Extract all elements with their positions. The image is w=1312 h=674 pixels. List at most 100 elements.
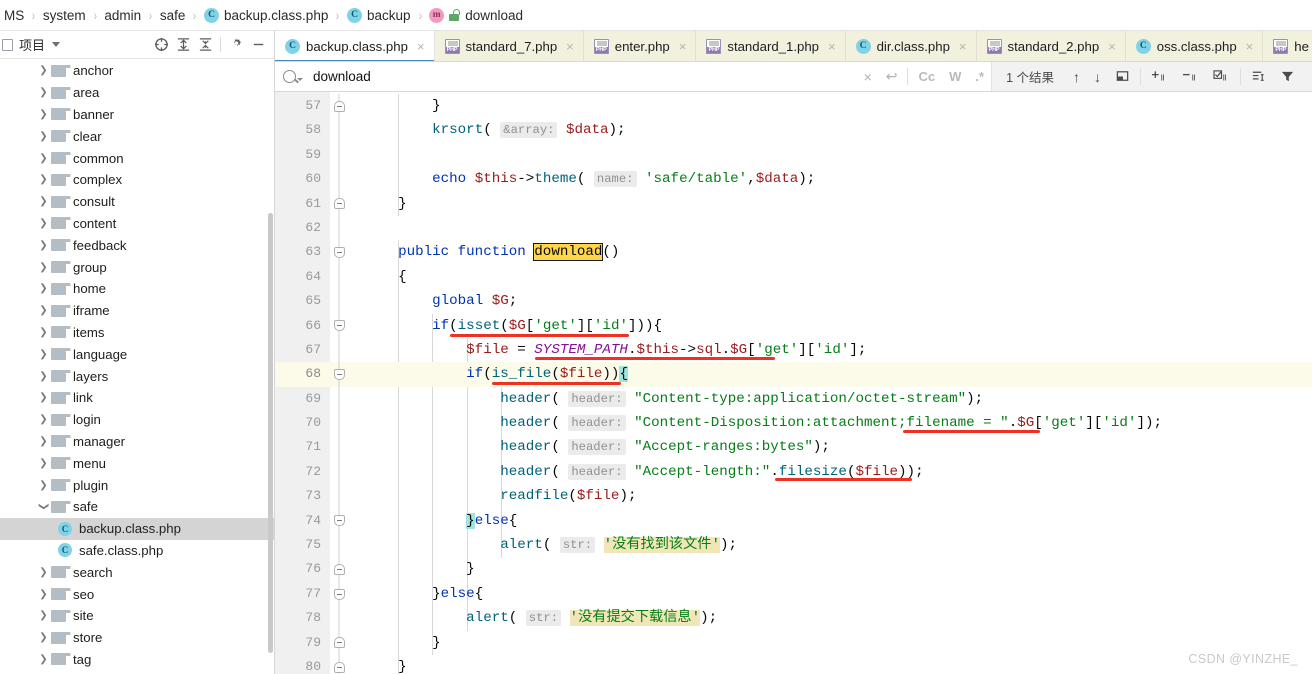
select-all-occurrences-icon[interactable] bbox=[1108, 69, 1137, 84]
chevron-right-icon[interactable]: ❯ bbox=[36, 610, 51, 621]
clear-search-icon[interactable]: × bbox=[857, 62, 879, 91]
editor-tab-standard-7-php[interactable]: PHP standard_7.php × bbox=[434, 31, 584, 61]
close-icon[interactable]: × bbox=[679, 39, 687, 54]
code-line[interactable]: header( header: "Accept-ranges:bytes"); bbox=[348, 435, 1312, 459]
tree-file-backup.class.php[interactable]: Cbackup.class.php bbox=[0, 517, 275, 540]
settings-gear-icon[interactable] bbox=[225, 34, 247, 56]
chevron-right-icon[interactable]: ❯ bbox=[36, 436, 51, 447]
tree-folder-manager[interactable]: ❯ manager bbox=[0, 431, 275, 453]
code-fold-column[interactable] bbox=[330, 92, 348, 674]
find-prev-button[interactable]: ↑ bbox=[1066, 69, 1087, 85]
code-line[interactable]: global $G; bbox=[348, 289, 1312, 313]
tree-folder-common[interactable]: ❯ common bbox=[0, 147, 275, 169]
tree-folder-items[interactable]: ❯ items bbox=[0, 322, 275, 344]
search-input[interactable]: download bbox=[275, 62, 857, 91]
chevron-right-icon[interactable]: ❯ bbox=[36, 153, 51, 164]
tree-folder-content[interactable]: ❯ content bbox=[0, 213, 275, 235]
chevron-right-icon[interactable]: ❯ bbox=[36, 349, 51, 360]
chevron-right-icon[interactable]: ❯ bbox=[36, 414, 51, 425]
tree-folder-link[interactable]: ❯ link bbox=[0, 387, 275, 409]
locate-icon[interactable] bbox=[150, 34, 172, 56]
code-line[interactable] bbox=[348, 216, 1312, 240]
chevron-right-icon[interactable]: ❯ bbox=[36, 392, 51, 403]
breadcrumb-item-system[interactable]: system bbox=[41, 8, 88, 23]
chevron-right-icon[interactable]: ❯ bbox=[36, 218, 51, 229]
chevron-right-icon[interactable]: ❯ bbox=[36, 131, 51, 142]
code-line[interactable]: }else{ bbox=[348, 582, 1312, 606]
chevron-right-icon[interactable]: ❯ bbox=[36, 65, 51, 76]
tree-folder-banner[interactable]: ❯ banner bbox=[0, 104, 275, 126]
chevron-right-icon[interactable]: ❯ bbox=[36, 262, 51, 273]
breadcrumb-item-file[interactable]: C backup.class.php bbox=[202, 7, 330, 23]
remove-selection-icon[interactable]: Ⅱ bbox=[1175, 69, 1206, 84]
tree-folder-menu[interactable]: ❯ menu bbox=[0, 452, 275, 474]
tree-folder-site[interactable]: ❯ site bbox=[0, 605, 275, 627]
editor-tab-he[interactable]: PHP he bbox=[1263, 31, 1312, 61]
code-line[interactable]: header( header: "Content-type:applicatio… bbox=[348, 387, 1312, 411]
match-case-toggle[interactable]: Cc bbox=[911, 62, 942, 91]
chevron-right-icon[interactable]: ❯ bbox=[36, 283, 51, 294]
close-icon[interactable]: × bbox=[959, 39, 967, 54]
close-icon[interactable]: × bbox=[417, 39, 425, 54]
close-icon[interactable]: × bbox=[566, 39, 574, 54]
chevron-right-icon[interactable]: ❯ bbox=[36, 305, 51, 316]
tree-folder-store[interactable]: ❯ store bbox=[0, 627, 275, 649]
code-line[interactable]: krsort( &array: $data); bbox=[348, 118, 1312, 142]
whole-words-toggle[interactable]: W bbox=[942, 62, 968, 91]
code-line[interactable]: $file = SYSTEM_PATH.$this->sql.$G['get']… bbox=[348, 338, 1312, 362]
filter-funnel-icon[interactable] bbox=[1273, 69, 1302, 84]
code-fold-toggle[interactable] bbox=[330, 362, 348, 387]
code-line[interactable]: echo $this->theme( name: 'safe/table',$d… bbox=[348, 167, 1312, 191]
editor-tab-standard-1-php[interactable]: PHP standard_1.php × bbox=[696, 31, 846, 61]
code-line[interactable]: alert( str: '没有找到该文件'); bbox=[348, 533, 1312, 557]
find-in-selection-icon[interactable] bbox=[1244, 69, 1273, 84]
chevron-right-icon[interactable]: ❯ bbox=[36, 174, 51, 185]
chevron-right-icon[interactable]: ❯ bbox=[36, 458, 51, 469]
chevron-right-icon[interactable]: ❯ bbox=[36, 240, 51, 251]
close-icon[interactable]: × bbox=[1108, 39, 1116, 54]
tree-folder-anchor[interactable]: ❯ anchor bbox=[0, 60, 275, 82]
code-line[interactable]: } bbox=[348, 655, 1312, 674]
collapse-all-icon[interactable] bbox=[194, 34, 216, 56]
close-icon[interactable]: × bbox=[828, 39, 836, 54]
tree-folder-template[interactable]: ❯template bbox=[0, 670, 275, 674]
tree-folder-language[interactable]: ❯ language bbox=[0, 343, 275, 365]
code-editor[interactable]: 57 58 59 60 61 62 63 64 65 66 67 68 69 70 71 72 73 74 75 76… bbox=[275, 92, 1312, 674]
editor-tab-dir-class-php[interactable]: Cdir.class.php × bbox=[845, 31, 977, 61]
chevron-right-icon[interactable]: ❯ bbox=[36, 371, 51, 382]
code-fold-toggle[interactable] bbox=[330, 313, 348, 338]
code-fold-toggle[interactable] bbox=[330, 94, 348, 119]
code-fold-toggle[interactable] bbox=[330, 581, 348, 607]
regex-toggle[interactable]: .* bbox=[968, 62, 991, 91]
editor-tab-oss-class-php[interactable]: Coss.class.php × bbox=[1125, 31, 1264, 61]
tree-folder-feedback[interactable]: ❯ feedback bbox=[0, 234, 275, 256]
breadcrumb-item-safe[interactable]: safe bbox=[158, 8, 188, 23]
code-line[interactable]: alert( str: '没有提交下载信息'); bbox=[348, 606, 1312, 630]
chevron-right-icon[interactable]: ❯ bbox=[36, 654, 51, 665]
project-dropdown-caret[interactable] bbox=[45, 34, 67, 56]
search-history-icon[interactable]: ↩ bbox=[879, 62, 905, 91]
close-icon[interactable]: × bbox=[1246, 39, 1254, 54]
code-fold-toggle[interactable] bbox=[330, 630, 348, 655]
code-line[interactable]: }else{ bbox=[348, 509, 1312, 533]
chevron-right-icon[interactable]: ❯ bbox=[36, 567, 51, 578]
code-line[interactable]: } bbox=[348, 192, 1312, 216]
select-all-checkbox-icon[interactable]: Ⅱ bbox=[1206, 69, 1237, 84]
code-line[interactable]: public function download() bbox=[348, 240, 1312, 264]
code-fold-toggle[interactable] bbox=[330, 240, 348, 265]
project-panel-title[interactable]: 项目 bbox=[2, 35, 45, 54]
code-line[interactable]: } bbox=[348, 557, 1312, 581]
tree-folder-tag[interactable]: ❯ tag bbox=[0, 649, 275, 671]
tree-folder-safe[interactable]: ❯ safe bbox=[0, 496, 275, 518]
expand-all-icon[interactable] bbox=[172, 34, 194, 56]
tree-folder-layers[interactable]: ❯ layers bbox=[0, 365, 275, 387]
hide-panel-icon[interactable] bbox=[247, 34, 269, 56]
code-line[interactable]: } bbox=[348, 631, 1312, 655]
tree-folder-search[interactable]: ❯ search bbox=[0, 561, 275, 583]
project-tree[interactable]: ❯ anchor ❯ area ❯ banner ❯ clear ❯ common ❯ complex… bbox=[0, 59, 275, 674]
tree-folder-iframe[interactable]: ❯ iframe bbox=[0, 300, 275, 322]
code-line[interactable] bbox=[348, 143, 1312, 167]
code-line[interactable]: { bbox=[348, 265, 1312, 289]
project-tree-scrollbar[interactable] bbox=[268, 213, 273, 653]
code-fold-toggle[interactable] bbox=[330, 557, 348, 582]
